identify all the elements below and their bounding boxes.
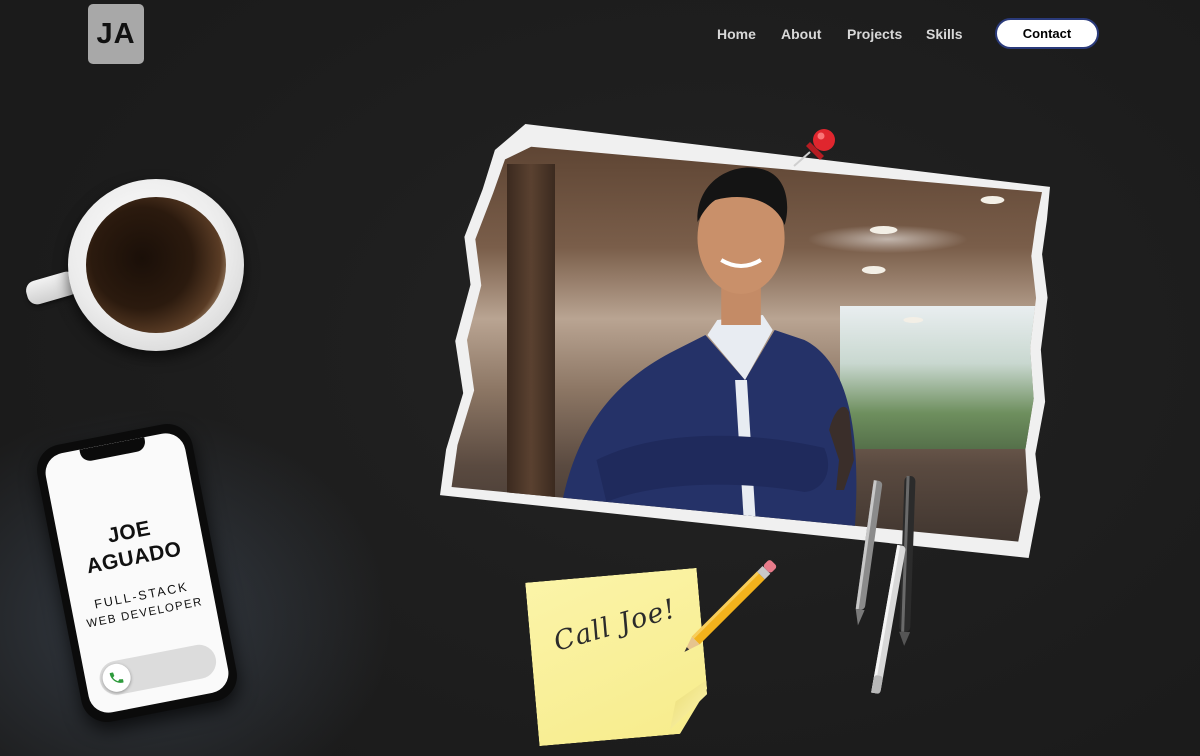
portrait-person xyxy=(556,167,1005,540)
coffee-cup-icon xyxy=(68,179,244,351)
phone-name: JOE AGUADO xyxy=(57,506,206,584)
nav-link-projects[interactable]: Projects xyxy=(847,26,902,42)
phone-screen: JOE AGUADO FULL-STACK WEB DEVELOPER xyxy=(42,429,232,717)
portrait-image xyxy=(451,146,1042,542)
nav-link-about[interactable]: About xyxy=(781,26,821,42)
contact-button[interactable]: Contact xyxy=(995,18,1099,49)
call-slider[interactable] xyxy=(96,641,220,698)
phone-role: FULL-STACK WEB DEVELOPER xyxy=(70,573,216,635)
pen-icon xyxy=(855,475,916,694)
nav-link-skills[interactable]: Skills xyxy=(926,26,963,42)
phone-notch xyxy=(79,437,147,463)
coffee-surface xyxy=(86,197,226,333)
profile-photo xyxy=(440,124,1050,558)
phone-icon[interactable] xyxy=(100,661,134,695)
push-pin-icon xyxy=(793,129,835,167)
phone-mockup: JOE AGUADO FULL-STACK WEB DEVELOPER xyxy=(32,419,242,727)
pencil-icon xyxy=(684,560,777,652)
nav-link-home[interactable]: Home xyxy=(717,26,756,42)
site-logo[interactable]: JA xyxy=(88,4,144,64)
